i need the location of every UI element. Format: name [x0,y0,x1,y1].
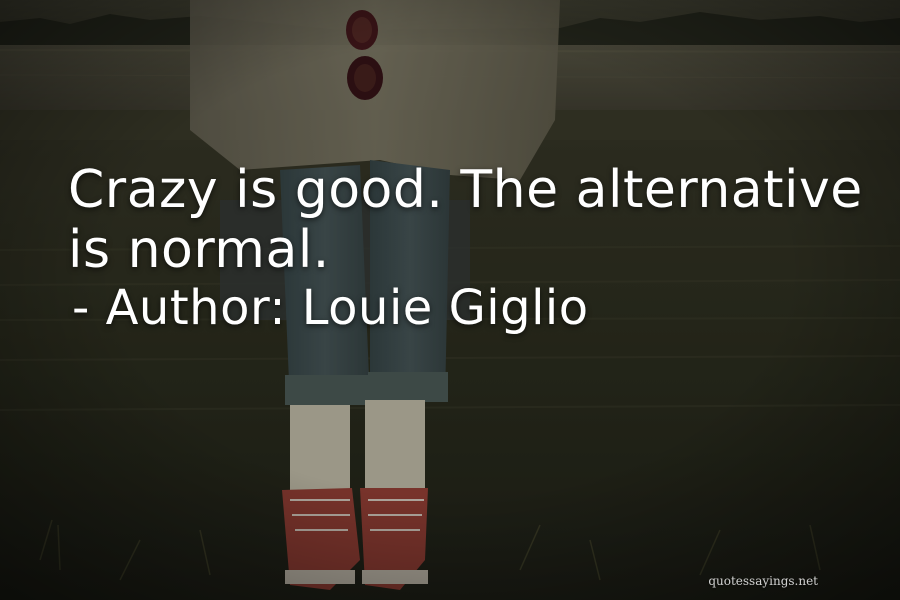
author-name: Louie Giglio [301,280,589,336]
quote-text: Crazy is good. The alternative is normal… [68,160,868,280]
author-prefix: - Author: [72,280,287,336]
quote-line-1: Crazy is good. The alternative [68,160,863,220]
site-watermark: quotessayings.net [708,574,818,588]
quote-line-2: is normal. [68,220,330,280]
author-attribution: - Author: Louie Giglio [72,280,589,336]
